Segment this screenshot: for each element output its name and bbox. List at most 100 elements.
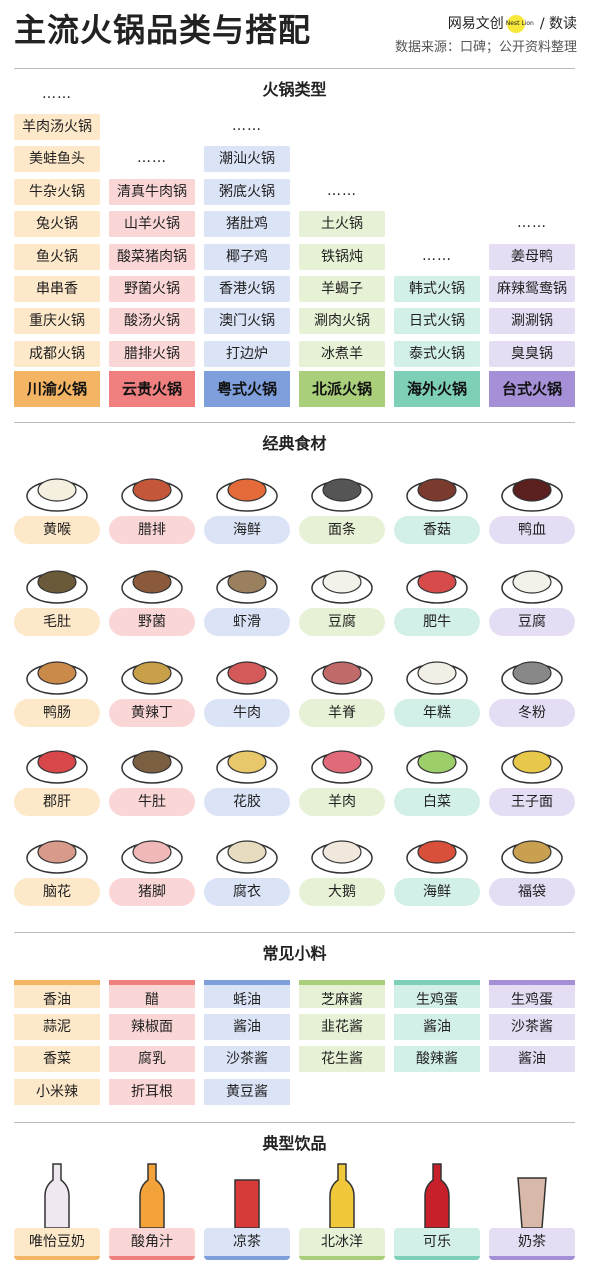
food-plate-icon: [311, 840, 373, 874]
ingredient-label: 毛肚: [14, 608, 100, 636]
brand-badge-text: Nest Lion: [505, 20, 534, 27]
ingredient-label: 野菌: [109, 608, 195, 636]
condiment-item: 黄豆酱: [204, 1078, 290, 1105]
food-plate-icon: [121, 570, 183, 604]
food-plate-icon: [501, 661, 563, 695]
food-plate-icon: [311, 478, 373, 512]
condiment-item: 生鸡蛋: [489, 980, 575, 1008]
condiment-item: 沙茶酱: [489, 1013, 575, 1040]
ingredient-label: 腊排: [109, 516, 195, 544]
divider: [14, 932, 575, 933]
divider: [14, 422, 575, 423]
condiment-item: 醋: [109, 980, 195, 1008]
drink-label: 北冰洋: [299, 1228, 385, 1260]
hotpot-type-item: 韩式火锅: [394, 276, 480, 302]
drink-label: 奶茶: [489, 1228, 575, 1260]
ellipsis-marker: ……: [517, 215, 547, 232]
drink-bottle-icon: [517, 1177, 547, 1229]
ingredient-label: 花胶: [204, 788, 290, 816]
food-plate-icon: [406, 750, 468, 784]
food-plate-icon: [216, 661, 278, 695]
section-title-condiments: 常见小料: [262, 944, 327, 963]
ellipsis-marker: ……: [42, 85, 72, 102]
ingredient-label: 白菜: [394, 788, 480, 816]
food-plate-icon: [26, 661, 88, 695]
food-plate-icon: [121, 750, 183, 784]
drink-bottle-icon: [424, 1163, 450, 1229]
ingredient-label: 年糕: [394, 699, 480, 727]
ingredient-label: 海鲜: [204, 516, 290, 544]
ellipsis-marker: ……: [232, 118, 262, 134]
hotpot-type-item: 涮涮锅: [489, 308, 575, 335]
food-plate-icon: [406, 478, 468, 512]
food-plate-icon: [501, 840, 563, 874]
hotpot-type-item: 日式火锅: [394, 308, 480, 335]
condiment-item: 沙茶酱: [204, 1046, 290, 1072]
hotpot-type-item: 臭臭锅: [489, 340, 575, 367]
hotpot-type-item: 清真牛肉锅: [109, 178, 195, 205]
ingredient-label: 豆腐: [489, 608, 575, 636]
ingredient-label: 王子面: [489, 788, 575, 816]
hotpot-category-header: 北派火锅: [299, 371, 385, 407]
ingredient-label: 郡肝: [14, 788, 100, 816]
condiment-item: 花生酱: [299, 1046, 385, 1072]
hotpot-type-item: 美蛙鱼头: [14, 146, 100, 173]
condiment-item: 酸辣酱: [394, 1046, 480, 1072]
hotpot-type-item: 成都火锅: [14, 340, 100, 367]
drink-bottle-icon: [234, 1179, 260, 1229]
hotpot-type-item: 麻辣鸳鸯锅: [489, 276, 575, 302]
ellipsis-marker: ……: [422, 247, 452, 264]
food-plate-icon: [501, 750, 563, 784]
hotpot-category-header: 台式火锅: [489, 371, 575, 407]
food-plate-icon: [406, 661, 468, 695]
hotpot-type-item: 串串香: [14, 276, 100, 302]
ingredient-label: 腐衣: [204, 878, 290, 906]
condiment-item: 辣椒面: [109, 1013, 195, 1040]
hotpot-type-item: 泰式火锅: [394, 340, 480, 367]
brand-right: / 数读: [539, 16, 577, 32]
ingredient-label: 冬粉: [489, 699, 575, 727]
drink-bottle-icon: [139, 1163, 165, 1229]
condiment-item: 芝麻酱: [299, 980, 385, 1008]
drink-label: 酸角汁: [109, 1228, 195, 1260]
food-plate-icon: [121, 661, 183, 695]
condiment-item: 酱油: [489, 1046, 575, 1072]
hotpot-type-item: 兔火锅: [14, 211, 100, 238]
ingredient-label: 面条: [299, 516, 385, 544]
hotpot-type-item: 酸菜猪肉锅: [109, 243, 195, 270]
drink-bottle-icon: [329, 1163, 355, 1229]
hotpot-type-item: 牛杂火锅: [14, 178, 100, 205]
ingredient-label: 猪脚: [109, 878, 195, 906]
condiment-item: 小米辣: [14, 1078, 100, 1105]
ingredient-label: 羊脊: [299, 699, 385, 727]
ingredient-label: 黄辣丁: [109, 699, 195, 727]
page-title: 主流火锅品类与搭配: [14, 11, 312, 49]
condiment-item: 生鸡蛋: [394, 980, 480, 1008]
food-plate-icon: [311, 750, 373, 784]
brand-logo: 网易文创 Nest Lion / 数读: [448, 14, 577, 34]
food-plate-icon: [26, 570, 88, 604]
ellipsis-marker: ……: [137, 150, 167, 167]
ingredient-label: 黄喉: [14, 516, 100, 544]
hotpot-type-item: 椰子鸡: [204, 243, 290, 270]
hotpot-type-item: 土火锅: [299, 211, 385, 238]
hotpot-type-item: 腊排火锅: [109, 340, 195, 367]
ingredient-label: 福袋: [489, 878, 575, 906]
food-plate-icon: [311, 661, 373, 695]
hotpot-category-header: 川渝火锅: [14, 371, 100, 407]
food-plate-icon: [311, 570, 373, 604]
ingredient-label: 羊肉: [299, 788, 385, 816]
section-title-drinks: 典型饮品: [262, 1134, 327, 1153]
hotpot-category-header: 粤式火锅: [204, 371, 290, 407]
condiment-item: 香油: [14, 980, 100, 1008]
food-plate-icon: [26, 478, 88, 512]
hotpot-type-item: 山羊火锅: [109, 211, 195, 238]
drink-label: 凉茶: [204, 1228, 290, 1260]
hotpot-type-item: 打边炉: [204, 340, 290, 367]
data-source: 数据来源：口碑；公开资料整理: [394, 40, 577, 55]
ingredient-label: 鸭血: [489, 516, 575, 544]
hotpot-type-item: 潮汕火锅: [204, 146, 290, 173]
hotpot-type-item: 冰煮羊: [299, 340, 385, 367]
condiment-item: 腐乳: [109, 1046, 195, 1072]
hotpot-type-item: 猪肚鸡: [204, 211, 290, 238]
